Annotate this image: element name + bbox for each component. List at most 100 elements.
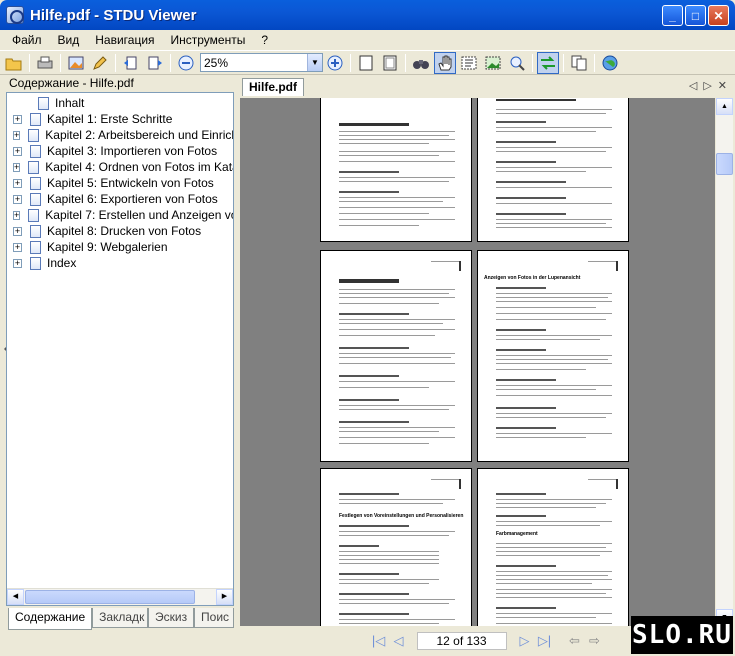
- expand-icon[interactable]: +: [13, 130, 21, 140]
- minimize-button[interactable]: _: [662, 5, 683, 26]
- tab-search[interactable]: Поис: [194, 608, 234, 628]
- zoom-in-icon[interactable]: [324, 52, 346, 74]
- page-thumb[interactable]: [320, 98, 472, 242]
- last-page-icon[interactable]: ▷|: [537, 633, 553, 649]
- contents-tree: Inhalt + Kapitel 1: Erste Schritte + Kapit…: [6, 92, 234, 606]
- page-icon: [28, 160, 40, 174]
- menu-help[interactable]: ?: [253, 33, 276, 47]
- expand-icon[interactable]: +: [13, 242, 22, 252]
- close-tab-icon[interactable]: ✕: [718, 79, 727, 92]
- copy-icon[interactable]: [568, 52, 590, 74]
- fit-page-icon[interactable]: [379, 52, 401, 74]
- menu-bar: Файл Вид Навигация Инструменты ?: [0, 30, 735, 50]
- select-image-icon[interactable]: [482, 52, 504, 74]
- page-icon: [28, 128, 40, 142]
- single-page-icon[interactable]: [355, 52, 377, 74]
- page-icon: [28, 208, 40, 222]
- page-thumb[interactable]: [477, 98, 629, 242]
- tree-item-label: Index: [47, 256, 77, 270]
- toolbar-separator: [532, 53, 533, 72]
- zoom-area-icon[interactable]: [506, 52, 528, 74]
- find-binoculars-icon[interactable]: [410, 52, 432, 74]
- expand-icon[interactable]: +: [13, 226, 22, 236]
- page-next-icon[interactable]: [144, 52, 166, 74]
- tab-scroll-left-icon[interactable]: ◁: [689, 79, 697, 92]
- back-history-icon[interactable]: ⇦: [567, 633, 583, 649]
- tree-item-kapitel-6[interactable]: + Kapitel 6: Exportieren von Fotos: [7, 191, 233, 207]
- menu-navigation[interactable]: Навигация: [87, 33, 162, 47]
- page-thumb[interactable]: Farbmanagement: [477, 468, 629, 626]
- zoom-out-icon[interactable]: [175, 52, 197, 74]
- pane-tabs: Содержание Закладк Эскиз Поис: [6, 608, 234, 634]
- tree-item-kapitel-5[interactable]: + Kapitel 5: Entwickeln von Fotos: [7, 175, 233, 191]
- expand-icon[interactable]: +: [13, 210, 21, 220]
- open-folder-icon[interactable]: [3, 52, 25, 74]
- tree-item-kapitel-8[interactable]: + Kapitel 8: Drucken von Fotos: [7, 223, 233, 239]
- tab-scroll-right-icon[interactable]: ▷: [703, 79, 711, 92]
- toolbar: 25% ▼: [0, 50, 735, 75]
- image-icon[interactable]: [65, 52, 87, 74]
- title-bar[interactable]: Hilfe.pdf - STDU Viewer _ □ ✕: [0, 0, 735, 30]
- page-viewer[interactable]: Anzeigen von Fotos in der Lupenansicht F…: [240, 98, 715, 626]
- edit-pencil-icon[interactable]: [89, 52, 111, 74]
- tree-item-inhalt[interactable]: Inhalt: [7, 95, 233, 111]
- forward-history-icon[interactable]: ⇨: [587, 633, 603, 649]
- tab-document[interactable]: Hilfe.pdf: [242, 78, 304, 96]
- tab-contents[interactable]: Содержание: [8, 608, 93, 630]
- web-globe-icon[interactable]: [599, 52, 621, 74]
- page-prev-icon[interactable]: [120, 52, 142, 74]
- tree-item-index[interactable]: + Index: [7, 255, 233, 271]
- page-icon: [30, 192, 41, 206]
- page-icon: [30, 256, 41, 270]
- watermark-logo: SLO.RU: [631, 616, 733, 654]
- page-heading: Anzeigen von Fotos in der Lupenansicht: [484, 275, 581, 281]
- chevron-down-icon[interactable]: ▼: [307, 54, 322, 71]
- print-icon[interactable]: [34, 52, 56, 74]
- scroll-right-button[interactable]: ▶: [216, 589, 233, 605]
- expand-icon[interactable]: +: [13, 146, 22, 156]
- menu-tools[interactable]: Инструменты: [163, 33, 254, 47]
- expand-icon[interactable]: +: [13, 162, 21, 172]
- page-indicator[interactable]: 12 of 133: [416, 632, 507, 650]
- next-page-icon[interactable]: ▷: [517, 633, 533, 649]
- select-text-icon[interactable]: [458, 52, 480, 74]
- scroll-up-button[interactable]: ▲: [716, 98, 733, 115]
- tree-item-kapitel-1[interactable]: + Kapitel 1: Erste Schritte: [7, 111, 233, 127]
- document-tabs: Hilfe.pdf ◁ ▷ ✕: [240, 76, 733, 96]
- menu-file[interactable]: Файл: [4, 33, 50, 47]
- page-heading: Farbmanagement: [496, 531, 538, 537]
- tab-bookmarks[interactable]: Закладк: [92, 608, 149, 628]
- tree-item-label: Kapitel 9: Webgalerien: [47, 240, 168, 254]
- tree-item-kapitel-9[interactable]: + Kapitel 9: Webgalerien: [7, 239, 233, 255]
- tree-item-kapitel-2[interactable]: + Kapitel 2: Arbeitsbereich und Einricht: [7, 127, 233, 143]
- sync-arrows-icon[interactable]: [537, 51, 559, 74]
- menu-view[interactable]: Вид: [50, 33, 88, 47]
- page-thumb[interactable]: Anzeigen von Fotos in der Lupenansicht: [477, 250, 629, 462]
- zoom-select[interactable]: 25% ▼: [200, 53, 323, 72]
- toolbar-separator: [594, 53, 595, 72]
- close-button[interactable]: ✕: [708, 5, 729, 26]
- scroll-left-button[interactable]: ◀: [7, 589, 24, 605]
- page-icon: [30, 176, 41, 190]
- scroll-thumb[interactable]: [716, 153, 733, 175]
- viewer-vscrollbar[interactable]: ▲ ▼: [716, 98, 733, 626]
- toolbar-separator: [563, 53, 564, 72]
- expand-icon[interactable]: +: [13, 258, 22, 268]
- maximize-button[interactable]: □: [685, 5, 706, 26]
- page-thumb[interactable]: Festlegen von Voreinstellungen und Perso…: [320, 468, 472, 626]
- first-page-icon[interactable]: |◁: [371, 633, 387, 649]
- hand-tool-icon[interactable]: [434, 51, 456, 74]
- tree-item-label: Kapitel 5: Entwickeln von Fotos: [47, 176, 214, 190]
- scroll-thumb[interactable]: [25, 590, 195, 604]
- previous-page-icon[interactable]: ◁: [391, 633, 407, 649]
- tree-item-kapitel-4[interactable]: + Kapitel 4: Ordnen von Fotos im Katalo: [7, 159, 233, 175]
- page-thumb[interactable]: [320, 250, 472, 462]
- tab-thumbnails[interactable]: Эскиз: [148, 608, 195, 628]
- tree-item-kapitel-3[interactable]: + Kapitel 3: Importieren von Fotos: [7, 143, 233, 159]
- tree-hscrollbar[interactable]: ◀ ▶: [7, 588, 233, 605]
- expand-icon[interactable]: +: [13, 194, 22, 204]
- expand-icon[interactable]: +: [13, 114, 22, 124]
- zoom-value: 25%: [204, 55, 229, 70]
- tree-item-kapitel-7[interactable]: + Kapitel 7: Erstellen und Anzeigen von: [7, 207, 233, 223]
- expand-icon[interactable]: +: [13, 178, 22, 188]
